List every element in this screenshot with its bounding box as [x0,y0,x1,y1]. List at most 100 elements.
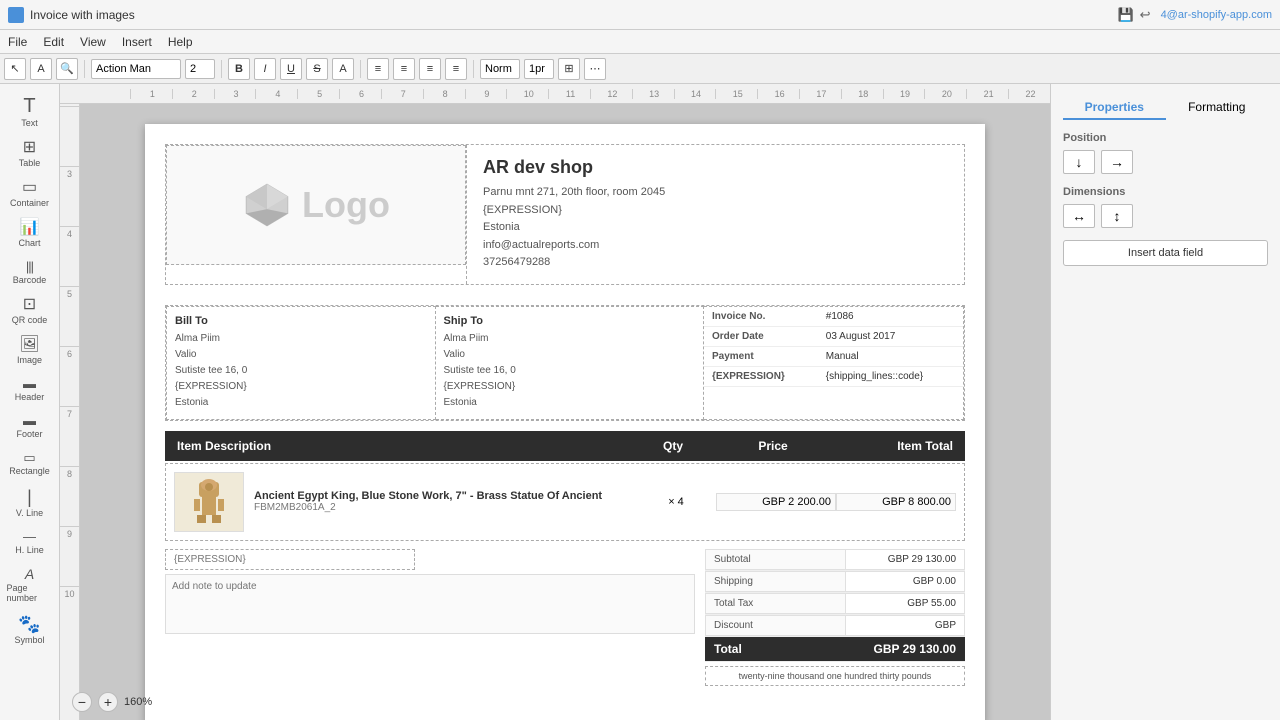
sidebar-item-text[interactable]: T Text [3,92,57,132]
pointer-tool[interactable]: ↖ [4,58,26,80]
color-btn[interactable]: A [332,58,354,80]
payment-label: Payment [704,346,818,366]
table-row[interactable]: Ancient Egypt King, Blue Stone Work, 7" … [165,463,965,541]
ruler-mark-19: 19 [883,89,925,99]
menu-edit[interactable]: Edit [43,35,64,49]
sidebar-item-barcode[interactable]: ||| Barcode [3,256,57,289]
search-btn[interactable]: 🔍 [56,58,78,80]
bill-to-box[interactable]: Bill To Alma Piim Valio Sutiste tee 16, … [166,306,436,420]
strikethrough-btn[interactable]: S [306,58,328,80]
subtotal-label: Subtotal [705,549,845,570]
tab-properties[interactable]: Properties [1063,96,1166,120]
totals-area: Subtotal GBP 29 130.00 Shipping GBP 0.00… [705,549,965,686]
ruler-mark-8: 8 [423,89,465,99]
symbol-icon: 🐾 [18,615,40,633]
menu-insert[interactable]: Insert [122,35,152,49]
sep2 [221,60,222,78]
insert-field-btn[interactable]: Insert data field [1063,240,1268,266]
sidebar-item-table[interactable]: ⊞ Table [3,136,57,172]
payment-value: Manual [818,346,963,366]
ship-to-address: Sutiste tee 16, 0 [444,363,696,379]
menu-file[interactable]: File [8,35,27,49]
position-left-btn[interactable]: ↓ [1063,150,1095,174]
ship-to-box[interactable]: Ship To Alma Piim Valio Sutiste tee 16, … [436,306,705,420]
bottom-area: {EXPRESSION} Subtotal GBP 29 130.00 Ship… [165,549,965,686]
bold-btn[interactable]: B [228,58,250,80]
style-input[interactable] [91,59,181,79]
ruler-mark-12: 12 [590,89,632,99]
payment-row: Payment Manual [704,346,963,366]
position-right-btn[interactable]: → [1101,150,1133,174]
justify[interactable]: ≡ [445,58,467,80]
tax-label: Total Tax [705,593,845,614]
items-table-header: Item Description Qty Price Item Total [165,431,965,461]
sidebar-item-symbol[interactable]: 🐾 Symbol [3,611,57,649]
ruler-marks: 1 2 3 4 5 6 7 8 9 10 11 12 13 14 15 16 1… [130,89,1050,99]
item-qty: × 4 [636,496,716,508]
dimensions-row: ↔ ↕ [1063,204,1268,228]
shipping-row: Shipping GBP 0.00 [705,571,965,593]
v-mark-8: 8 [60,466,79,526]
zoom-in-btn[interactable]: + [98,692,118,712]
size-input[interactable] [185,59,215,79]
menu-view[interactable]: View [80,35,106,49]
shipping-label: Shipping [705,571,845,592]
dimensions-height-btn[interactable]: ↕ [1101,204,1133,228]
discount-value: GBP [845,615,965,636]
tax-value: GBP 55.00 [845,593,965,614]
sidebar-item-qr[interactable]: ⊡ QR code [3,293,57,329]
tab-formatting[interactable]: Formatting [1166,96,1269,120]
v-mark-9: 9 [60,526,79,586]
item-price: GBP 2 200.00 [716,493,836,511]
company-expression: {EXPRESSION} [483,202,948,220]
sidebar-item-hline[interactable]: — H. Line [3,526,57,559]
menu-help[interactable]: Help [168,35,193,49]
position-title: Position [1063,132,1268,144]
main-area: T Text ⊞ Table ▭ Container 📊 Chart ||| B… [0,84,1280,720]
col-total-header: Item Total [833,439,953,453]
align-left[interactable]: ≡ [367,58,389,80]
sidebar-item-footer[interactable]: ▬ Footer [3,410,57,443]
spacing-input[interactable] [524,59,554,79]
ruler-mark-14: 14 [674,89,716,99]
more-btn[interactable]: ⋯ [584,58,606,80]
chart-icon: 📊 [20,220,40,236]
dimensions-width-btn[interactable]: ↔ [1063,204,1095,228]
zoom-out-btn[interactable]: − [80,692,92,712]
logo-box[interactable]: Logo [166,145,466,265]
vline-icon: | [27,488,32,506]
sidebar-item-header[interactable]: ▬ Header [3,373,57,406]
align-right[interactable]: ≡ [419,58,441,80]
info-row: Bill To Alma Piim Valio Sutiste tee 16, … [165,305,965,421]
content-area: 1 2 3 4 5 6 7 8 9 10 11 12 13 14 15 16 1… [60,84,1050,720]
italic-btn[interactable]: I [254,58,276,80]
top-bar: Invoice with images 💾 ↩ 4@ar-shopify-app… [0,0,1280,30]
barcode-icon: ||| [26,260,33,273]
ruler-mark-11: 11 [548,89,590,99]
canvas-scroll[interactable]: Logo AR dev shop Parnu mnt 271, 20th flo… [80,104,1050,720]
ship-to-country: Estonia [444,395,696,411]
note-textarea[interactable] [165,574,695,634]
sidebar-item-chart[interactable]: 📊 Chart [3,216,57,252]
table-btn[interactable]: ⊞ [558,58,580,80]
company-email: info@actualreports.com [483,237,948,255]
sidebar-item-vline[interactable]: | V. Line [3,484,57,522]
notes-area: {EXPRESSION} [165,549,705,686]
sidebar-item-container[interactable]: ▭ Container [3,176,57,212]
underline-btn[interactable]: U [280,58,302,80]
discount-label: Discount [705,615,845,636]
sidebar-item-rectangle[interactable]: ▭ Rectangle [3,447,57,480]
undo-icon[interactable]: ↩ [1140,7,1151,23]
sidebar-item-page-number[interactable]: A Page number [3,563,57,607]
save-icon[interactable]: 💾 [1117,7,1133,23]
company-info: AR dev shop Parnu mnt 271, 20th floor, r… [466,145,964,284]
logo-cube-svg [242,180,292,230]
order-date-value: 03 August 2017 [818,326,963,346]
ruler-mark-16: 16 [757,89,799,99]
subtotal-row: Subtotal GBP 29 130.00 [705,549,965,571]
font-input[interactable] [480,59,520,79]
sidebar-item-image[interactable]: 🖼 Image [3,333,57,369]
text-tool-btn[interactable]: A [30,58,52,80]
align-center[interactable]: ≡ [393,58,415,80]
ruler-mark-20: 20 [924,89,966,99]
